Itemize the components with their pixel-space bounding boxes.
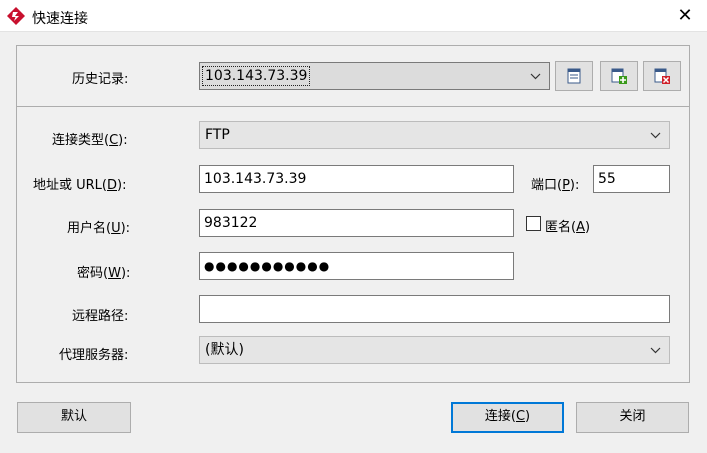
username-label: 用户名(U):	[67, 221, 131, 236]
anonymous-label[interactable]: 匿名(A)	[545, 216, 590, 235]
connect-button[interactable]: 连接(C)	[451, 402, 564, 433]
proxy-value: (默认)	[205, 342, 244, 358]
title-bar	[0, 0, 707, 32]
password-label: 密码(W):	[77, 266, 131, 281]
chevron-down-icon	[530, 63, 541, 89]
conn-type-value: FTP	[205, 127, 230, 143]
group-divider	[17, 106, 689, 107]
edit-history-button[interactable]	[555, 61, 593, 91]
remote-path-input[interactable]	[199, 295, 670, 323]
proxy-label: 代理服务器:	[59, 348, 129, 363]
delete-history-button[interactable]	[643, 61, 681, 91]
window-title: 快速连接	[32, 11, 88, 27]
delete-entry-icon	[654, 68, 670, 84]
chevron-down-icon	[650, 122, 661, 148]
add-history-button[interactable]	[600, 61, 638, 91]
add-entry-icon	[611, 68, 627, 84]
remote-path-label: 远程路径:	[72, 309, 129, 324]
address-label: 地址或 URL(D):	[33, 178, 127, 193]
conn-type-label: 连接类型(C):	[52, 133, 128, 148]
address-input[interactable]: 103.143.73.39	[199, 165, 514, 193]
chevron-down-icon	[650, 337, 661, 363]
port-label: 端口(P):	[531, 178, 580, 193]
history-label: 历史记录:	[72, 72, 129, 87]
close-window-button[interactable]: ✕	[672, 4, 698, 28]
anonymous-checkbox[interactable]	[526, 216, 541, 231]
username-input[interactable]: 983122	[199, 209, 514, 237]
password-input[interactable]: ●●●●●●●●●●●	[199, 252, 514, 280]
default-button[interactable]: 默认	[17, 402, 131, 433]
proxy-select[interactable]: (默认)	[199, 336, 670, 364]
history-combo[interactable]: 103.143.73.39	[199, 62, 550, 90]
conn-type-select[interactable]: FTP	[199, 121, 670, 149]
port-input[interactable]: 55	[593, 165, 670, 193]
edit-list-icon	[567, 68, 581, 84]
history-value: 103.143.73.39	[202, 66, 311, 86]
app-logo-icon	[6, 6, 26, 26]
close-button[interactable]: 关闭	[576, 402, 689, 433]
